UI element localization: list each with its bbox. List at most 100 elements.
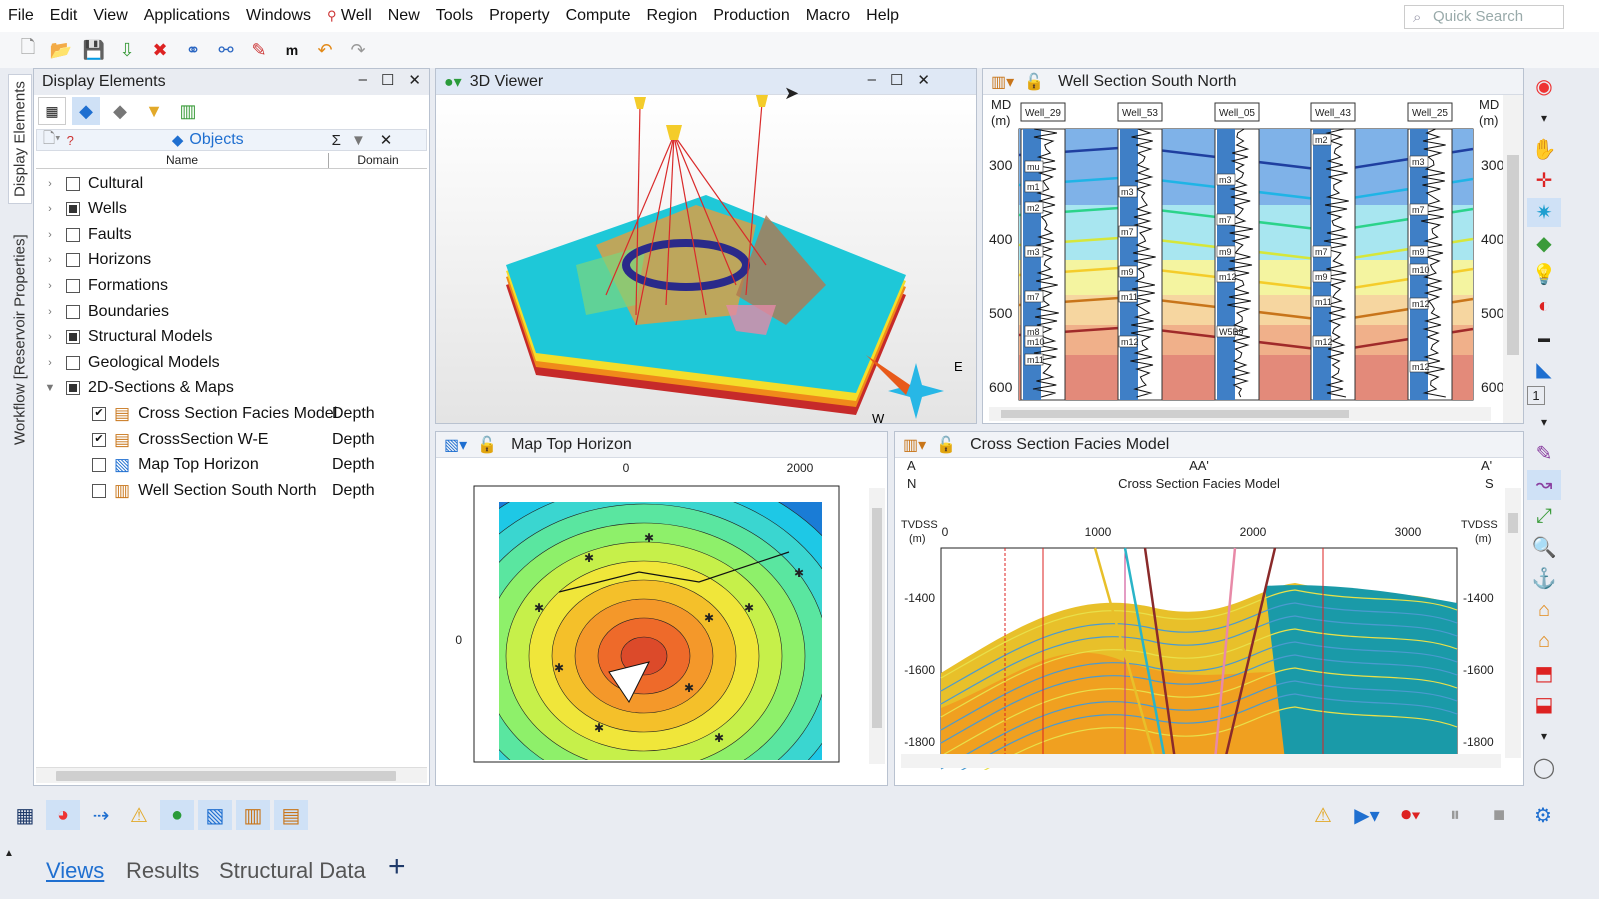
3d-scene[interactable]: E W — [436, 95, 976, 423]
scrollbar-thumb[interactable] — [1508, 513, 1518, 533]
quick-search-input[interactable]: ⌕ Quick Search — [1404, 5, 1564, 29]
anchor-icon[interactable]: ⚓ — [1527, 564, 1561, 593]
save-icon[interactable]: 💾 — [80, 36, 108, 64]
play-icon[interactable]: ▶▾ — [1350, 800, 1384, 830]
grid-view-icon[interactable]: ▦ — [38, 97, 66, 125]
tree-item[interactable]: ▧ Map Top Horizon Depth — [34, 453, 375, 478]
menu-well[interactable]: ⚲ Well — [319, 0, 380, 32]
tree-checkbox[interactable] — [66, 304, 80, 319]
undo-icon[interactable]: ↶ — [311, 36, 339, 64]
edit-icon[interactable]: ✎ — [245, 36, 273, 64]
gray-cube-icon[interactable]: ◆ — [106, 97, 134, 125]
clip-icon[interactable]: ◣ — [1527, 354, 1561, 383]
menu-compute[interactable]: Compute — [558, 0, 639, 32]
menu-new[interactable]: New — [380, 0, 428, 32]
menu-view[interactable]: View — [85, 0, 135, 32]
maximize-icon[interactable]: ☐ — [381, 71, 394, 89]
section-view-icon[interactable]: ▤ — [274, 800, 308, 830]
stop-icon[interactable]: ■ — [1482, 800, 1516, 830]
tab-display-elements[interactable]: Display Elements — [8, 74, 32, 204]
tree-item[interactable]: ✔ ▤ Cross Section Facies Model Depth — [34, 401, 375, 426]
export-icon[interactable]: ⇩ — [113, 36, 141, 64]
tab-workflow[interactable]: Workflow [Reservoir Properties] — [8, 222, 32, 458]
sum-icon[interactable]: Σ — [332, 132, 341, 149]
tree-item[interactable]: › Structural Models — [34, 325, 212, 350]
colorbar-icon[interactable]: ▼ — [140, 97, 168, 125]
chevron-right-icon[interactable]: › — [42, 280, 58, 292]
chevron-down-icon[interactable]: ▼ — [42, 382, 58, 394]
tree-item[interactable]: › Wells — [34, 197, 127, 222]
tree-checkbox[interactable] — [66, 381, 80, 396]
chevron-right-icon[interactable]: › — [42, 331, 58, 343]
light-bulb-icon[interactable]: 💡 — [1527, 260, 1561, 289]
tree-item[interactable]: › Formations — [34, 273, 168, 298]
globe-view-icon[interactable]: ● — [160, 800, 194, 830]
tree-checkbox[interactable] — [66, 202, 80, 217]
map-view-icon[interactable]: ▧ — [198, 800, 232, 830]
tree-item[interactable]: ▥ Well Section South North Depth — [34, 478, 375, 503]
menu-edit[interactable]: Edit — [42, 0, 86, 32]
tree-item[interactable]: ▼ 2D-Sections & Maps — [34, 376, 234, 401]
tree-checkbox[interactable]: ✔ — [92, 406, 106, 421]
menu-property[interactable]: Property — [481, 0, 557, 32]
home-alt-icon[interactable]: ⌂ — [1527, 627, 1561, 656]
tree-checkbox[interactable] — [66, 227, 80, 242]
color-wheel-icon[interactable]: ◉ — [1527, 72, 1561, 101]
tree-item[interactable]: › Horizons — [34, 248, 151, 273]
scrollbar-thumb[interactable] — [1507, 155, 1519, 355]
col-domain[interactable]: Domain — [329, 153, 427, 168]
tree-checkbox[interactable] — [66, 253, 80, 268]
3d-cube-icon[interactable]: ◆ — [72, 97, 100, 125]
new-object-icon[interactable]: 🗋▾ — [43, 128, 61, 153]
box-bottom-icon[interactable]: ⬓ — [1527, 690, 1561, 719]
chevron-right-icon[interactable]: › — [42, 229, 58, 241]
menu-production[interactable]: Production — [705, 0, 798, 32]
shapes-icon[interactable]: ◕ — [46, 800, 80, 830]
tree-hscrollbar[interactable] — [36, 767, 427, 783]
help-icon[interactable]: ? — [67, 133, 74, 148]
new-file-icon[interactable]: 🗋 — [14, 36, 42, 64]
map-canvas[interactable]: ✱ ✱ ✱ ✱ ✱ ✱ ✱ ✱ ✱ ✱ 0 2000 0 — [436, 458, 887, 770]
menu-file[interactable]: File — [0, 0, 42, 32]
pan-hand-icon[interactable]: ✋ — [1527, 135, 1561, 164]
delete-icon[interactable]: ✖ — [146, 36, 174, 64]
tree-checkbox[interactable] — [92, 458, 106, 473]
tree-checkbox[interactable] — [66, 355, 80, 370]
chevron-down-icon[interactable]: ▾ — [1527, 407, 1561, 436]
facies-hscrollbar[interactable] — [901, 754, 1501, 768]
close-objects-icon[interactable]: ✕ — [380, 131, 393, 149]
home-icon[interactable]: ⌂ — [1527, 596, 1561, 625]
minimize-icon[interactable]: – — [868, 71, 876, 89]
tree-checkbox[interactable] — [66, 278, 80, 293]
fit-view-icon[interactable]: ⤢ — [1527, 502, 1561, 531]
chevron-right-icon[interactable]: › — [42, 203, 58, 215]
scrollbar-thumb[interactable] — [872, 508, 882, 728]
tree-checkbox[interactable]: ✔ — [92, 432, 106, 447]
alert-bell-icon[interactable]: ⚠ — [122, 800, 156, 830]
tree-checkbox[interactable] — [66, 176, 80, 191]
find-replace-icon[interactable]: ⚯ — [212, 36, 240, 64]
col-name[interactable]: Name — [36, 153, 329, 168]
flashlight-icon[interactable]: ✎ — [1527, 439, 1561, 468]
workflow-icon[interactable]: ⇢ — [84, 800, 118, 830]
add-tab-icon[interactable]: + — [388, 850, 406, 884]
surface-color-icon[interactable]: ◐ — [1527, 292, 1561, 321]
minimize-icon[interactable]: – — [359, 71, 367, 89]
tree-item[interactable]: › Geological Models — [34, 350, 219, 375]
box-top-icon[interactable]: ⬒ — [1527, 658, 1561, 687]
close-icon[interactable]: ✕ — [408, 71, 421, 89]
maximize-icon[interactable]: ☐ — [890, 71, 903, 89]
tree-item[interactable]: › Cultural — [34, 171, 143, 196]
menu-macro[interactable]: Macro — [798, 0, 858, 32]
pause-icon[interactable]: ⏸ — [1438, 800, 1472, 830]
lock-icon[interactable]: 🔓 — [1024, 72, 1044, 92]
chevron-right-icon[interactable]: › — [42, 254, 58, 266]
ruler-icon[interactable]: ▬ — [1527, 323, 1561, 352]
units-icon[interactable]: m — [278, 36, 306, 64]
record-icon[interactable]: ⏺▾ — [1394, 800, 1428, 830]
zoom-icon[interactable]: 🔍 — [1527, 533, 1561, 562]
tree-item[interactable]: › Boundaries — [34, 299, 169, 324]
tree-item[interactable]: › Faults — [34, 222, 131, 247]
curve-icon[interactable]: ↝ — [1527, 470, 1561, 500]
scale-one-icon[interactable]: 1 — [1527, 385, 1545, 406]
